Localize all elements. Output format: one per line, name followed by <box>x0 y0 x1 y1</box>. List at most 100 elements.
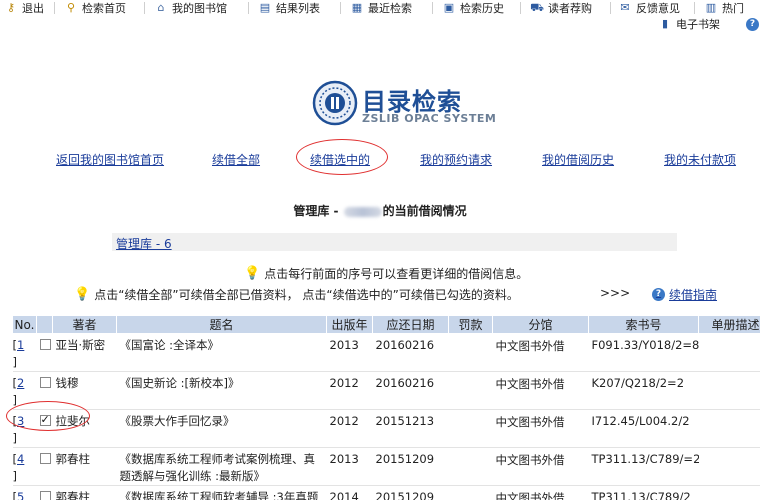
help-icon: ? <box>652 288 665 301</box>
branch-cell: 中文图书外借 <box>492 409 589 448</box>
fine-cell <box>448 371 493 410</box>
library-bar: 管理库 - 6 <box>112 233 677 251</box>
year-cell: 2013 <box>326 447 373 486</box>
col-select <box>36 315 53 334</box>
opac-logo: 目录检索 ZSLIB OPAC SYSTEM <box>312 80 496 128</box>
page-title: 管理库 - 的当前借阅情况 <box>293 204 467 218</box>
unpaid-items-link[interactable]: 我的未付款项 <box>664 151 736 168</box>
col-title[interactable]: 题名 <box>116 315 327 334</box>
table-row: [5] 郭春柱 《数据库系统工程师软考辅导 :3年真题精解与考点精练》 2014… <box>12 485 760 500</box>
col-branch[interactable]: 分馆 <box>492 315 589 334</box>
row-checkbox[interactable] <box>39 453 51 464</box>
top-toolbar: ⚷ 退出 ⚲ 检索首页 ⌂ 我的图书馆 ▤ 结果列表 ▦ 最近检索 ▣ 检索历史 ⛟ 读者荐购… <box>0 0 760 16</box>
row-number-link[interactable]: 2 <box>17 376 24 390</box>
annotation-circle <box>6 401 90 431</box>
ebook-icon: ▮ <box>661 17 669 30</box>
row-checkbox[interactable] <box>39 377 51 388</box>
row-checkbox[interactable] <box>39 339 51 350</box>
table-row: [4] 郭春柱 《数据库系统工程师考试案例梳理、真题透解与强化训练 :最新版》 … <box>12 447 760 486</box>
title-cell: 《数据库系统工程师软考辅导 :3年真题精解与考点精练》 <box>116 485 327 500</box>
year-cell: 2014 <box>326 485 373 500</box>
tip-renew: 💡 点击“续借全部”可续借全部已借资料， 点击“续借选中的”可续借已勾选的资料。 <box>74 287 519 302</box>
title-cell: 《国富论 :全译本》 <box>116 333 327 372</box>
tip-detail: 💡 点击每行前面的序号可以查看更详细的借阅信息。 <box>244 266 529 281</box>
title-cell: 《国史新论 :[新校本]》 <box>116 371 327 410</box>
branch-cell: 中文图书外借 <box>492 371 589 410</box>
due-date-cell: 20151213 <box>372 409 449 448</box>
magnifier-icon: ⚲ <box>66 1 76 14</box>
toolbar-feedback[interactable]: ✉ 反馈意见 <box>618 0 680 16</box>
call-number-cell: I712.45/L004.2/2 <box>588 409 699 448</box>
author-cell: 郭春柱 <box>52 485 117 500</box>
table-header: No. 著者 题名 出版年 应还日期 罚款 分馆 索书号 单册描述 <box>12 315 760 334</box>
due-date-cell: 20160216 <box>372 371 449 410</box>
call-number-cell: F091.33/Y018/2=8 <box>588 333 699 372</box>
description-cell <box>698 333 760 372</box>
col-author[interactable]: 著者 <box>52 315 117 334</box>
branch-cell: 中文图书外借 <box>492 485 589 500</box>
col-no[interactable]: No. <box>12 315 37 334</box>
cart-icon: ⛟ <box>530 1 544 14</box>
recent-icon: ▦ <box>351 1 363 14</box>
row-number-link[interactable]: 5 <box>17 490 24 500</box>
toolbar-result-list[interactable]: ▤ 结果列表 <box>258 0 320 16</box>
table-row: [2] 钱穆 《国史新论 :[新校本]》 2012 20160216 中文图书外… <box>12 371 760 410</box>
guide-arrows: >>> <box>600 286 631 300</box>
divider <box>610 2 611 14</box>
divider <box>54 2 55 14</box>
key-icon: ⚷ <box>6 1 16 14</box>
row-checkbox[interactable] <box>39 491 51 500</box>
col-year[interactable]: 出版年 <box>326 315 373 334</box>
col-description[interactable]: 单册描述 <box>698 315 760 334</box>
toolbar-search-history[interactable]: ▣ 检索历史 <box>442 0 504 16</box>
fine-cell <box>448 485 493 500</box>
description-cell <box>698 371 760 410</box>
home-icon: ⌂ <box>157 1 165 14</box>
toolbar-search-home[interactable]: ⚲ 检索首页 <box>64 0 126 16</box>
table-row: [1] 亚当·斯密 《国富论 :全译本》 2013 20160216 中文图书外… <box>12 333 760 372</box>
call-number-cell: K207/Q218/2=2 <box>588 371 699 410</box>
branch-cell: 中文图书外借 <box>492 333 589 372</box>
title-cell: 《股票大作手回忆录》 <box>116 409 327 448</box>
library-link[interactable]: 管理库 - 6 <box>116 235 172 252</box>
year-cell: 2012 <box>326 409 373 448</box>
toolbar-my-library[interactable]: ⌂ 我的图书馆 <box>154 0 228 16</box>
due-date-cell: 20160216 <box>372 333 449 372</box>
table-row: [3] 拉斐尔 《股票大作手回忆录》 2012 20151213 中文图书外借 … <box>12 409 760 448</box>
renew-all-link[interactable]: 续借全部 <box>212 151 260 168</box>
divider <box>520 2 521 14</box>
col-due[interactable]: 应还日期 <box>372 315 449 334</box>
description-cell <box>698 409 760 448</box>
loans-table: No. 著者 题名 出版年 应还日期 罚款 分馆 索书号 单册描述 [1] 亚当… <box>12 315 760 500</box>
feedback-icon: ✉ <box>620 1 630 14</box>
logo-subtitle: ZSLIB OPAC SYSTEM <box>362 112 497 125</box>
row-number-link[interactable]: 4 <box>17 452 24 466</box>
year-cell: 2013 <box>326 333 373 372</box>
ebook-shelf-link[interactable]: ▮ 电子书架 <box>658 16 720 32</box>
annotation-circle <box>296 139 388 175</box>
divider <box>432 2 433 14</box>
history-icon: ▣ <box>443 1 455 14</box>
call-number-cell: TP311.13/C789/2 <box>588 485 699 500</box>
toolbar-hot[interactable]: ▥ 热门 <box>704 0 744 16</box>
col-fine[interactable]: 罚款 <box>448 315 493 334</box>
author-cell: 亚当·斯密 <box>52 333 117 372</box>
branch-cell: 中文图书外借 <box>492 447 589 486</box>
list-icon: ▤ <box>259 1 271 14</box>
row-number-link[interactable]: 1 <box>17 338 24 352</box>
back-to-library-home-link[interactable]: 返回我的图书馆首页 <box>56 151 164 168</box>
toolbar-logout[interactable]: ⚷ 退出 <box>4 0 44 16</box>
toolbar-reader-recommend[interactable]: ⛟ 读者荐购 <box>530 0 592 16</box>
description-cell <box>698 447 760 486</box>
lightbulb-icon: 💡 <box>244 266 261 281</box>
divider <box>144 2 145 14</box>
toolbar-recent-search[interactable]: ▦ 最近检索 <box>350 0 412 16</box>
divider <box>340 2 341 14</box>
renew-guide-link[interactable]: ? 续借指南 <box>652 286 717 303</box>
divider <box>694 2 695 14</box>
help-button[interactable]: ? <box>746 16 759 32</box>
my-reservations-link[interactable]: 我的预约请求 <box>420 151 492 168</box>
description-cell <box>698 485 760 500</box>
borrow-history-link[interactable]: 我的借阅历史 <box>542 151 614 168</box>
col-callno[interactable]: 索书号 <box>588 315 699 334</box>
